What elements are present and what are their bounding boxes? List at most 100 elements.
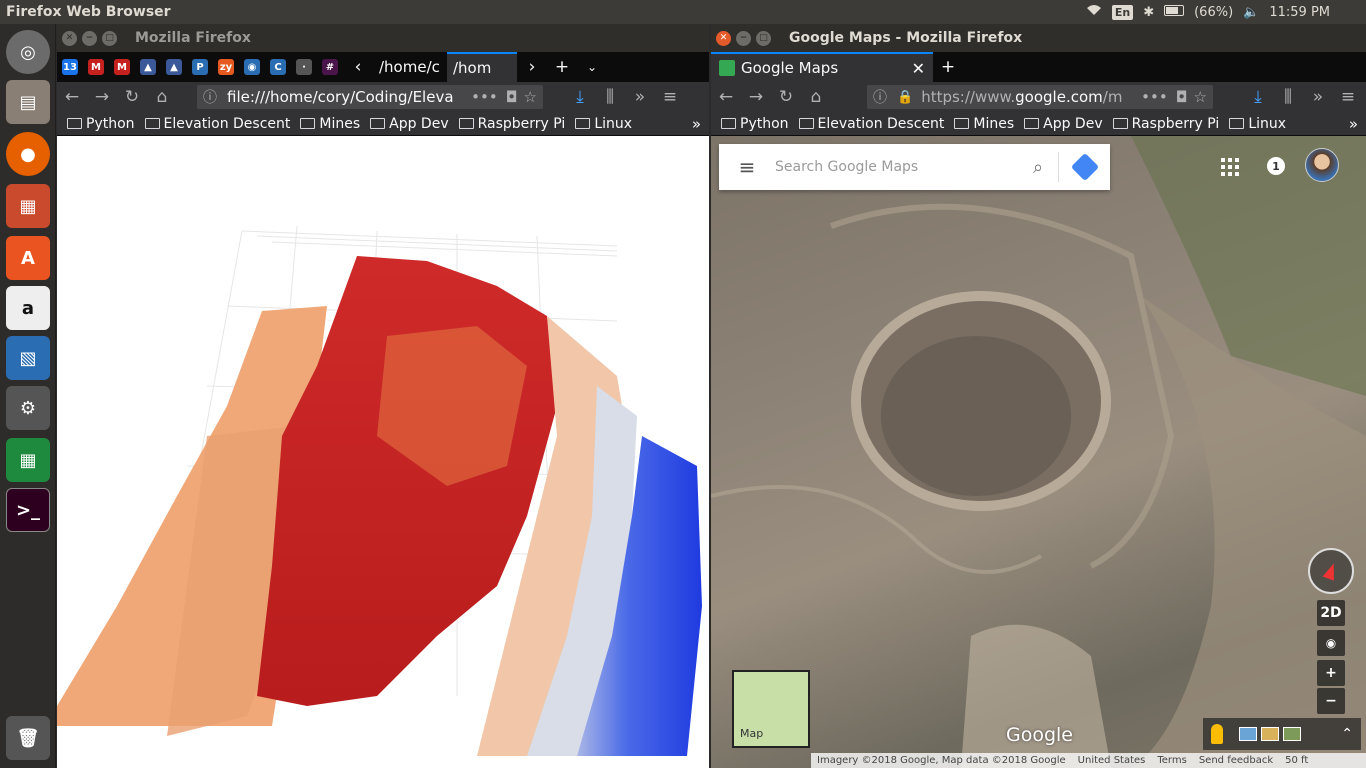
search-icon[interactable]: ⌕ <box>1018 157 1058 178</box>
home-icon[interactable]: ⌂ <box>801 87 831 107</box>
library-icon[interactable]: ⫼ <box>595 87 625 107</box>
pinned-tab[interactable]: P <box>187 52 213 82</box>
pinned-tab[interactable]: zy <box>213 52 239 82</box>
url-bar[interactable]: ⓘ file:///home/cory/Coding/Eleva ••• ◘ ☆ <box>197 85 543 109</box>
terms-link[interactable]: Terms <box>1157 755 1186 766</box>
pocket-icon[interactable]: ◘ <box>506 88 518 106</box>
volume-icon[interactable]: 🔈 <box>1243 5 1259 20</box>
new-tab-icon[interactable]: + <box>933 57 963 77</box>
minimize-button[interactable]: − <box>736 30 751 46</box>
3d-surface-plot[interactable] <box>57 136 709 768</box>
tab-scroll-right-icon[interactable]: › <box>517 57 547 77</box>
zoom-out-button[interactable]: − <box>1317 688 1345 714</box>
bookmarks-overflow-icon[interactable]: » <box>692 115 701 133</box>
tab-scroll-left-icon[interactable]: ‹ <box>343 57 373 77</box>
map-viewport[interactable]: ≡ Search Google Maps ⌕ 1 2D ◉ + − Map Go… <box>711 136 1366 768</box>
overflow-icon[interactable]: » <box>1303 87 1333 107</box>
clock[interactable]: 11:59 PM <box>1269 5 1330 20</box>
writer-icon[interactable]: ▧ <box>6 336 50 380</box>
bookmark-folder[interactable]: Linux <box>575 116 632 132</box>
lock-icon[interactable]: 🔒 <box>897 90 913 105</box>
tab-google-maps[interactable]: Google Maps ✕ <box>711 52 933 82</box>
directions-button[interactable] <box>1058 152 1110 182</box>
maps-menu-icon[interactable]: ≡ <box>719 155 775 179</box>
terminal-icon[interactable]: >_ <box>6 488 50 532</box>
firefox-icon[interactable]: ● <box>6 132 50 176</box>
forward-icon[interactable]: → <box>741 87 771 107</box>
bookmark-folder[interactable]: App Dev <box>370 116 449 132</box>
bookmark-folder[interactable]: Mines <box>954 116 1014 132</box>
back-icon[interactable]: ← <box>711 87 741 107</box>
imagery-thumbnail[interactable] <box>1261 727 1279 741</box>
close-button[interactable]: ✕ <box>62 30 77 46</box>
menu-icon[interactable]: ≡ <box>655 87 685 107</box>
maximize-button[interactable]: □ <box>756 30 771 46</box>
trash-icon[interactable]: 🗑 <box>6 716 50 760</box>
zoom-in-button[interactable]: + <box>1317 660 1345 686</box>
battery-icon[interactable] <box>1164 4 1185 20</box>
bluetooth-icon[interactable]: ✱ <box>1143 5 1154 20</box>
back-icon[interactable]: ← <box>57 87 87 107</box>
library-icon[interactable]: ⫼ <box>1273 87 1303 107</box>
google-apps-icon[interactable] <box>1221 158 1239 176</box>
bookmark-folder[interactable]: Linux <box>1229 116 1286 132</box>
send-feedback-link[interactable]: Send feedback <box>1199 755 1273 766</box>
impress-icon[interactable]: ▦ <box>6 184 50 228</box>
bookmark-folder[interactable]: App Dev <box>1024 116 1103 132</box>
pinned-tab[interactable]: · <box>291 52 317 82</box>
downloads-icon[interactable]: ⤓ <box>1243 87 1273 107</box>
bookmark-folder[interactable]: Python <box>721 116 789 132</box>
bookmarks-overflow-icon[interactable]: » <box>1349 115 1358 133</box>
url-bar[interactable]: ⓘ 🔒 https://www.google.com/m ••• ◘ ☆ <box>867 85 1213 109</box>
site-info-icon[interactable]: ⓘ <box>873 87 887 107</box>
maximize-button[interactable]: □ <box>102 30 117 46</box>
home-icon[interactable]: ⌂ <box>147 87 177 107</box>
keyboard-layout-indicator[interactable]: En <box>1111 4 1134 20</box>
region-link[interactable]: United States <box>1078 755 1146 766</box>
tab-file-2-active[interactable]: /hom <box>447 52 517 82</box>
imagery-thumbnail[interactable] <box>1283 727 1301 741</box>
pinned-tab[interactable]: C <box>265 52 291 82</box>
account-avatar[interactable] <box>1305 148 1339 182</box>
pinned-tab[interactable]: M <box>109 52 135 82</box>
my-location-button[interactable]: ◉ <box>1317 630 1345 656</box>
forward-icon[interactable]: → <box>87 87 117 107</box>
compass-control[interactable] <box>1308 548 1354 594</box>
tab-file-1[interactable]: /home/c <box>373 58 447 76</box>
surface-plot-canvas[interactable] <box>57 136 709 768</box>
overflow-icon[interactable]: » <box>625 87 655 107</box>
dash-home-icon[interactable]: ◎ <box>6 30 50 74</box>
toggle-2d-button[interactable]: 2D <box>1317 600 1345 626</box>
pinned-tab[interactable]: # <box>317 52 343 82</box>
bookmark-folder[interactable]: Elevation Descent <box>798 116 944 132</box>
pinned-tab[interactable]: ▲ <box>161 52 187 82</box>
reload-icon[interactable]: ↻ <box>117 87 147 107</box>
notifications-badge[interactable]: 1 <box>1267 157 1285 175</box>
menu-icon[interactable]: ≡ <box>1333 87 1363 107</box>
bookmark-folder[interactable]: Mines <box>300 116 360 132</box>
maps-search-input[interactable]: Search Google Maps <box>775 159 1018 175</box>
bookmark-folder[interactable]: Python <box>67 116 135 132</box>
downloads-icon[interactable]: ⤓ <box>565 87 595 107</box>
pegman-icon[interactable] <box>1211 724 1223 744</box>
wifi-icon[interactable] <box>1086 4 1102 20</box>
bookmark-star-icon[interactable]: ☆ <box>1194 88 1207 106</box>
software-center-icon[interactable]: A <box>6 236 50 280</box>
expand-imagery-icon[interactable]: ⌃ <box>1341 726 1353 742</box>
calc-icon[interactable]: ▦ <box>6 438 50 482</box>
pinned-tab[interactable]: ▲ <box>135 52 161 82</box>
minimize-button[interactable]: − <box>82 30 97 46</box>
scale-label[interactable]: 50 ft <box>1285 755 1308 766</box>
files-icon[interactable]: ▤ <box>6 80 50 124</box>
list-tabs-icon[interactable]: ⌄ <box>577 60 607 74</box>
bookmark-star-icon[interactable]: ☆ <box>524 88 537 106</box>
battery-percentage[interactable]: (66%) <box>1194 5 1233 20</box>
pinned-tab[interactable]: 13 <box>57 52 83 82</box>
new-tab-icon[interactable]: + <box>547 57 577 77</box>
bookmark-folder[interactable]: Raspberry Pi <box>1112 116 1219 132</box>
page-actions-icon[interactable]: ••• <box>1133 88 1168 106</box>
site-info-icon[interactable]: ⓘ <box>203 87 217 107</box>
pinned-tab[interactable]: ◉ <box>239 52 265 82</box>
page-actions-icon[interactable]: ••• <box>463 88 498 106</box>
bookmark-folder[interactable]: Elevation Descent <box>144 116 290 132</box>
